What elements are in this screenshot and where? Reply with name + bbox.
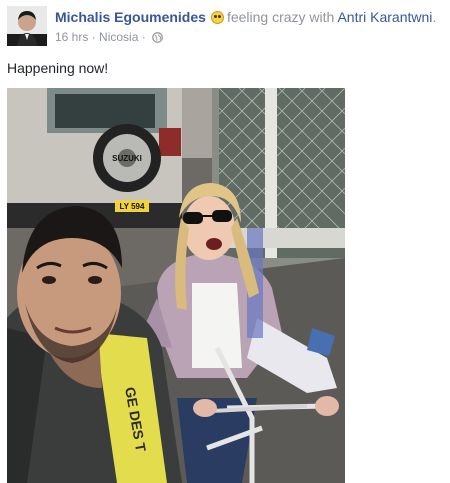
car: SUZUKI LY 594 bbox=[7, 88, 182, 228]
author-name[interactable]: Michalis Egoumenides bbox=[55, 9, 206, 25]
tagged-user[interactable]: Antri Karantwni bbox=[337, 9, 432, 25]
meta-separator-2: · bbox=[141, 30, 146, 44]
post-meta: 16 hrs · Nicosia · bbox=[55, 30, 163, 46]
post-photo[interactable]: SUZUKI LY 594 GE DES T bbox=[7, 88, 345, 483]
post-location[interactable]: Nicosia bbox=[99, 30, 138, 44]
license-plate: LY 594 bbox=[120, 202, 145, 211]
meta-separator: · bbox=[91, 30, 96, 44]
car-badge: SUZUKI bbox=[112, 154, 142, 163]
feeling-text: feeling crazy with bbox=[226, 9, 335, 25]
crazy-face-emoji-icon bbox=[210, 11, 224, 24]
post-header: Michalis Egoumenides feeling crazy with A… bbox=[7, 6, 446, 50]
author-avatar[interactable] bbox=[7, 6, 47, 46]
post-timestamp[interactable]: 16 hrs bbox=[55, 30, 88, 44]
post-title-line: Michalis Egoumenides feeling crazy with A… bbox=[55, 9, 436, 25]
globe-icon[interactable] bbox=[152, 32, 163, 46]
post-text: Happening now! bbox=[7, 60, 109, 76]
title-punct: . bbox=[432, 9, 437, 25]
